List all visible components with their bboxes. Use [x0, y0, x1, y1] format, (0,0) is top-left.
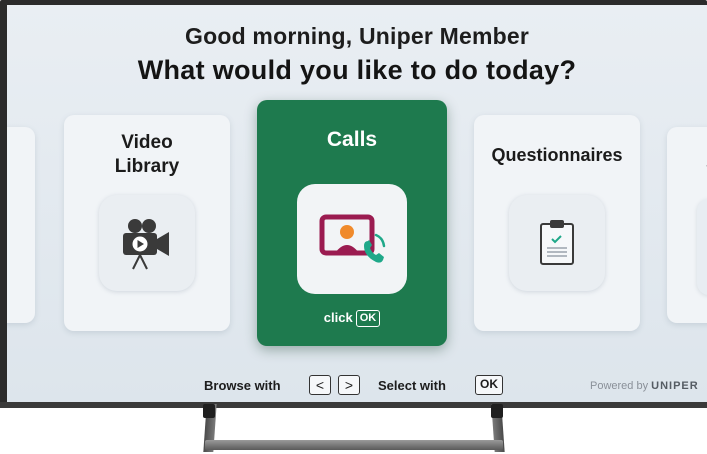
- ok-key-icon: OK: [475, 375, 503, 395]
- question-heading: What would you like to do today?: [137, 55, 577, 85]
- select-label: Select with: [378, 378, 446, 393]
- click-hint-label: click: [323, 310, 353, 325]
- carousel-card-previous[interactable]: [7, 127, 35, 323]
- ok-key-hint: OK: [355, 310, 381, 328]
- footer-controls-hint: Browse with < > Select with OK Powered b…: [7, 375, 707, 397]
- card-video-library[interactable]: Video Library: [64, 115, 230, 331]
- brand-logo-text: UNIPER: [651, 380, 699, 392]
- card-calls[interactable]: Calls click OK: [257, 100, 447, 346]
- carousel-card-next[interactable]: S: [667, 127, 707, 323]
- browse-label: Browse with: [204, 378, 281, 393]
- tv-bottom-strip: [0, 402, 707, 408]
- card-title: Calls: [326, 128, 378, 151]
- tv-screen: Good morning, Uniper Member What would y…: [7, 5, 707, 402]
- card-title-line2: Library: [114, 156, 180, 177]
- card-title: Questionnaires: [491, 145, 623, 165]
- tv-stand-base: [205, 440, 503, 450]
- greeting-text: Good morning, Uniper Member: [184, 23, 530, 49]
- card-title-line1: Video: [121, 132, 173, 153]
- right-arrow-key-icon: >: [338, 375, 360, 395]
- video-call-icon: [297, 184, 407, 294]
- tv-stand-mount-left: [203, 404, 215, 418]
- card-title: Video Library: [64, 131, 230, 179]
- powered-by: Powered by UNIPER: [590, 380, 699, 392]
- left-arrow-key-icon: <: [309, 375, 331, 395]
- tv-stand-mount-right: [491, 404, 503, 418]
- video-camera-icon: [99, 195, 195, 291]
- click-ok-hint: click OK: [257, 310, 447, 328]
- clipboard-icon: [509, 195, 605, 291]
- card-icon-tile-partial: [697, 199, 707, 295]
- card-questionnaires[interactable]: Questionnaires: [474, 115, 640, 331]
- powered-by-label: Powered by: [590, 380, 649, 392]
